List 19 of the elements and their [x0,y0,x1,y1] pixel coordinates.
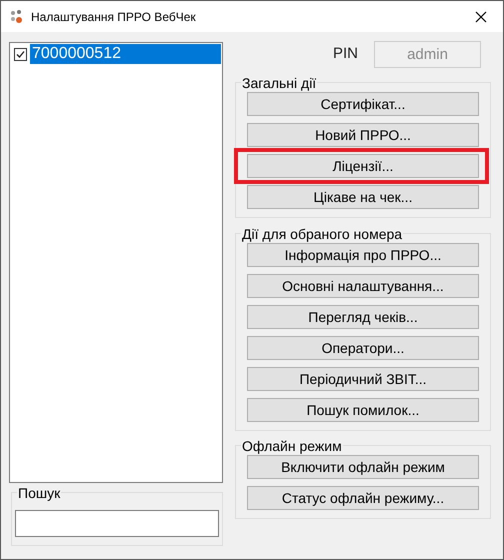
app-icon [9,8,25,24]
action-button[interactable]: Включити офлайн режим [247,455,479,479]
action-button[interactable]: Цікаве на чек... [247,185,479,209]
action-button[interactable]: Оператори... [247,336,479,360]
action-button[interactable]: Статус офлайн режиму... [247,486,479,510]
action-button[interactable]: Пошук помилок... [247,398,479,422]
close-icon[interactable] [475,10,487,22]
action-button[interactable]: Перегляд чеків... [247,305,479,329]
checkbox[interactable] [14,48,27,60]
list-item[interactable]: 7000000512 [30,44,221,64]
action-button[interactable]: Основні налаштування... [247,274,479,298]
search-field[interactable] [15,510,219,537]
action-button[interactable]: Сертифікат... [247,92,479,116]
window-title: Налаштування ПРРО ВебЧек [31,8,196,26]
pin-label: PIN [333,44,358,64]
action-button[interactable]: Періодичний ЗВІТ... [247,367,479,391]
action-button[interactable]: Ліцензії... [247,154,479,178]
action-button[interactable]: Інформація про ПРРО... [247,243,479,267]
action-button[interactable]: Новий ПРРО... [247,123,479,147]
